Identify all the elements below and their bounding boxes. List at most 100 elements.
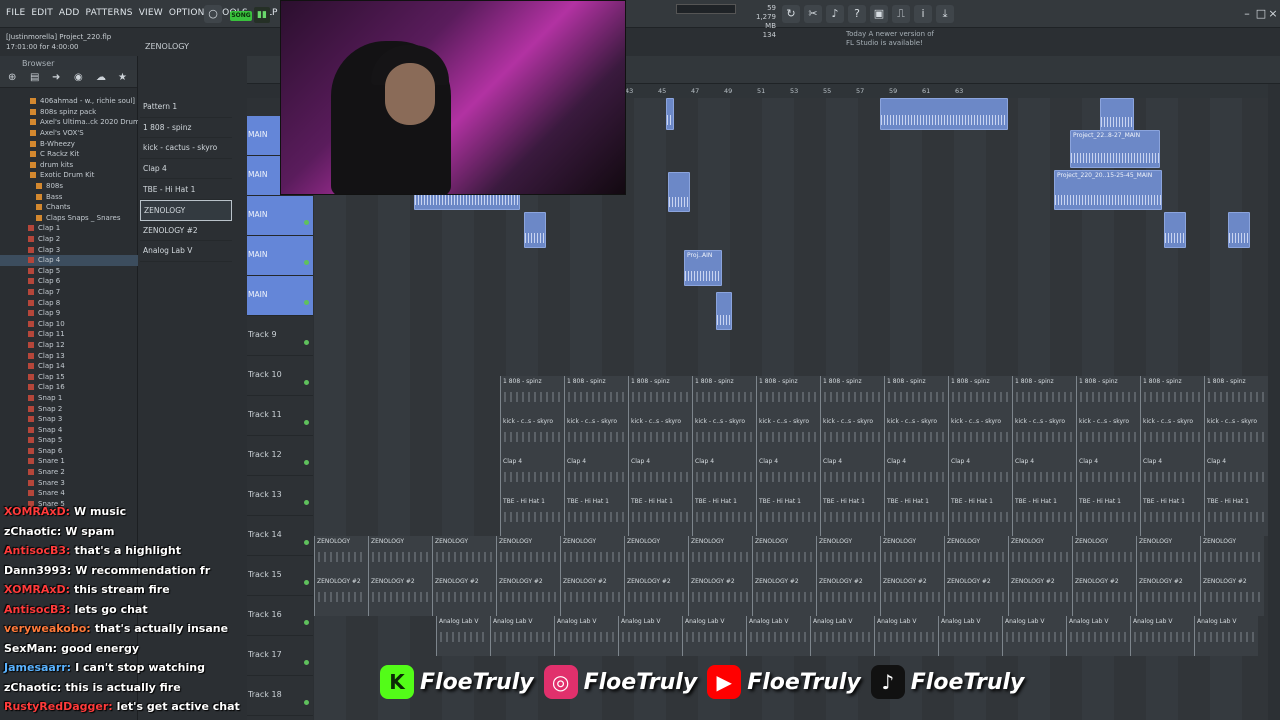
track-enable-led[interactable] (304, 420, 309, 425)
record-icon[interactable]: ○ (204, 5, 222, 23)
pattern-clip[interactable]: ZENOLOGY #2 (368, 576, 432, 616)
track-header[interactable]: Track 18 (247, 676, 313, 716)
pattern-clip[interactable]: ZENOLOGY #2 (816, 576, 880, 616)
pattern-clip[interactable]: ZENOLOGY #2 (560, 576, 624, 616)
pattern-clip[interactable]: ZENOLOGY (1072, 536, 1136, 576)
pattern-clip[interactable]: Analog Lab V (1002, 616, 1066, 656)
pattern-clip[interactable]: Clap 4 (948, 456, 1012, 496)
pattern-clip[interactable]: 1 808 - spinz (1140, 376, 1204, 416)
track-enable-led[interactable] (304, 300, 309, 305)
pattern-clip[interactable]: Analog Lab V (746, 616, 810, 656)
track-header[interactable]: Track 10 (247, 356, 313, 396)
browser-item[interactable]: Snap 6 (0, 446, 138, 457)
help-icon[interactable]: ? (848, 5, 866, 23)
browser-item[interactable]: Axel's VOX'S (0, 128, 138, 139)
browser-item[interactable]: Clap 3 (0, 244, 138, 255)
pattern-clip[interactable]: TBE - Hi Hat 1 (756, 496, 820, 536)
menu-item[interactable]: EDIT (31, 8, 53, 18)
channel-0[interactable]: Pattern 1 (140, 97, 232, 118)
track-enable-led[interactable] (304, 260, 309, 265)
file-icon[interactable]: ▤ (30, 72, 39, 83)
audio-clip[interactable]: Project_22..8-27_MAIN (1070, 130, 1160, 168)
track-enable-led[interactable] (304, 620, 309, 625)
track-header[interactable]: MAIN (247, 196, 313, 236)
channel-4[interactable]: TBE - Hi Hat 1 (140, 179, 232, 200)
track-header[interactable]: Track 17 (247, 636, 313, 676)
pattern-clip[interactable]: ZENOLOGY #2 (496, 576, 560, 616)
pattern-clip[interactable]: ZENOLOGY #2 (314, 576, 368, 616)
pattern-clip[interactable]: kick - c..s - skyro (884, 416, 948, 456)
pattern-clip[interactable]: 1 808 - spinz (884, 376, 948, 416)
pattern-clip[interactable]: kick - c..s - skyro (500, 416, 564, 456)
menu-item[interactable]: VIEW (139, 8, 163, 18)
vertical-scrollbar[interactable] (1268, 84, 1280, 720)
pattern-clip[interactable]: Clap 4 (1076, 456, 1140, 496)
track-enable-led[interactable] (304, 220, 309, 225)
browser-item[interactable]: drum kits (0, 160, 138, 171)
browser-item[interactable]: Axel's Ultima..ck 2020 Drums (0, 117, 138, 128)
pattern-clip[interactable]: ZENOLOGY #2 (880, 576, 944, 616)
pattern-clip[interactable]: Analog Lab V (618, 616, 682, 656)
track-header[interactable]: MAIN (247, 236, 313, 276)
browser-item[interactable]: Bass (0, 191, 138, 202)
browser-item[interactable]: Snare 2 (0, 467, 138, 478)
browser-item[interactable]: Snap 1 (0, 393, 138, 404)
pattern-clip[interactable]: ZENOLOGY #2 (1200, 576, 1264, 616)
pattern-clip[interactable]: ZENOLOGY (1136, 536, 1200, 576)
pattern-clip[interactable]: 1 808 - spinz (564, 376, 628, 416)
cloud-icon[interactable]: ☁ (96, 72, 106, 83)
channel-5[interactable]: ZENOLOGY (140, 199, 232, 221)
track-header[interactable]: Track 14 (247, 516, 313, 556)
browser-item[interactable]: Clap 8 (0, 297, 138, 308)
browser-item[interactable]: 808s (0, 181, 138, 192)
pattern-clip[interactable]: 1 808 - spinz (1204, 376, 1268, 416)
pattern-clip[interactable]: ZENOLOGY (432, 536, 496, 576)
pattern-clip[interactable]: kick - c..s - skyro (628, 416, 692, 456)
menu-item[interactable]: FILE (6, 8, 25, 18)
pattern-clip[interactable]: Clap 4 (692, 456, 756, 496)
pattern-clip[interactable]: ZENOLOGY #2 (944, 576, 1008, 616)
pattern-clip[interactable]: kick - c..s - skyro (948, 416, 1012, 456)
pattern-clip[interactable]: 1 808 - spinz (500, 376, 564, 416)
pattern-clip[interactable]: kick - c..s - skyro (756, 416, 820, 456)
audio-clip[interactable] (716, 292, 732, 330)
pattern-clip[interactable]: Clap 4 (884, 456, 948, 496)
pattern-clip[interactable]: 1 808 - spinz (948, 376, 1012, 416)
pattern-clip[interactable]: TBE - Hi Hat 1 (1076, 496, 1140, 536)
song-mode-toggle[interactable]: SONG (230, 11, 252, 21)
audio-clip[interactable] (668, 172, 690, 212)
pattern-clip[interactable]: 1 808 - spinz (1076, 376, 1140, 416)
pattern-clip[interactable]: 1 808 - spinz (756, 376, 820, 416)
channel-2[interactable]: kick - cactus - skyro (140, 138, 232, 159)
add-icon[interactable]: ⊕ (8, 72, 16, 83)
pattern-clip[interactable]: TBE - Hi Hat 1 (500, 496, 564, 536)
channel-3[interactable]: Clap 4 (140, 159, 232, 180)
pattern-clip[interactable]: TBE - Hi Hat 1 (1012, 496, 1076, 536)
download-icon[interactable]: ⤓ (936, 5, 954, 23)
browser-item[interactable]: Snare 4 (0, 488, 138, 499)
pattern-clip[interactable]: Analog Lab V (810, 616, 874, 656)
play-button[interactable]: ▮▮ (254, 7, 270, 23)
pattern-clip[interactable]: Clap 4 (1140, 456, 1204, 496)
pattern-clip[interactable]: ZENOLOGY #2 (1136, 576, 1200, 616)
browser-item[interactable]: Chants (0, 202, 138, 213)
close-icon[interactable]: × (1264, 5, 1280, 23)
browser-item[interactable]: Snare 1 (0, 456, 138, 467)
browser-item[interactable]: Clap 1 (0, 223, 138, 234)
pattern-clip[interactable]: kick - c..s - skyro (564, 416, 628, 456)
pattern-clip[interactable]: ZENOLOGY (624, 536, 688, 576)
track-header[interactable]: Track 9 (247, 316, 313, 356)
browser-item[interactable]: Clap 10 (0, 318, 138, 329)
pattern-clip[interactable]: Analog Lab V (874, 616, 938, 656)
track-enable-led[interactable] (304, 700, 309, 705)
pattern-clip[interactable]: ZENOLOGY (1008, 536, 1072, 576)
audio-clip[interactable] (880, 98, 1008, 130)
pattern-clip[interactable]: ZENOLOGY (688, 536, 752, 576)
browser-item[interactable]: Clap 4 (0, 254, 138, 266)
browser-item[interactable]: Clap 13 (0, 350, 138, 361)
browser-item[interactable]: 808s spinz pack (0, 107, 138, 118)
pattern-clip[interactable]: Analog Lab V (682, 616, 746, 656)
pattern-clip[interactable]: 1 808 - spinz (820, 376, 884, 416)
browser-item[interactable]: Snap 3 (0, 414, 138, 425)
track-enable-led[interactable] (304, 500, 309, 505)
